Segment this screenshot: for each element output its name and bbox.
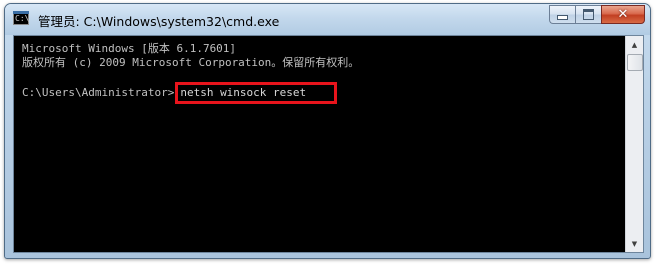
caption-buttons: ✕	[549, 5, 645, 25]
window-title: 管理员: C:\Windows\system32\cmd.exe	[38, 14, 280, 29]
console-output[interactable]: Microsoft Windows [版本 6.1.7601] 版权所有 (c)…	[14, 36, 626, 252]
scroll-up-button[interactable]: ▲	[626, 36, 643, 53]
vertical-scrollbar[interactable]: ▲ ▼	[625, 36, 643, 252]
scroll-down-button[interactable]: ▼	[626, 235, 643, 252]
maximize-button[interactable]	[575, 5, 601, 24]
close-icon: ✕	[617, 7, 629, 22]
prompt-line: C:\Users\Administrator> netsh winsock re…	[22, 82, 338, 104]
scroll-down-arrow-icon: ▼	[631, 239, 638, 248]
scroll-up-arrow-icon: ▲	[631, 40, 638, 49]
title-bar[interactable]: C:\ 管理员: C:\Windows\system32\cmd.exe ✕	[5, 4, 650, 35]
minimize-button[interactable]	[549, 5, 575, 24]
close-button[interactable]: ✕	[601, 5, 645, 24]
console-line-copyright: 版权所有 (c) 2009 Microsoft Corporation。保留所有…	[22, 56, 360, 69]
console-prompt: C:\Users\Administrator>	[22, 86, 175, 99]
scroll-thumb[interactable]	[627, 54, 643, 71]
highlighted-command: netsh winsock reset	[175, 82, 338, 104]
console-frame: Microsoft Windows [版本 6.1.7601] 版权所有 (c)…	[13, 35, 644, 253]
console-line-version: Microsoft Windows [版本 6.1.7601]	[22, 42, 237, 55]
maximize-icon	[583, 9, 594, 20]
cmd-window: C:\ 管理员: C:\Windows\system32\cmd.exe ✕ M…	[4, 3, 651, 259]
minimize-icon	[557, 15, 568, 20]
cmd-icon[interactable]: C:\	[13, 11, 29, 25]
